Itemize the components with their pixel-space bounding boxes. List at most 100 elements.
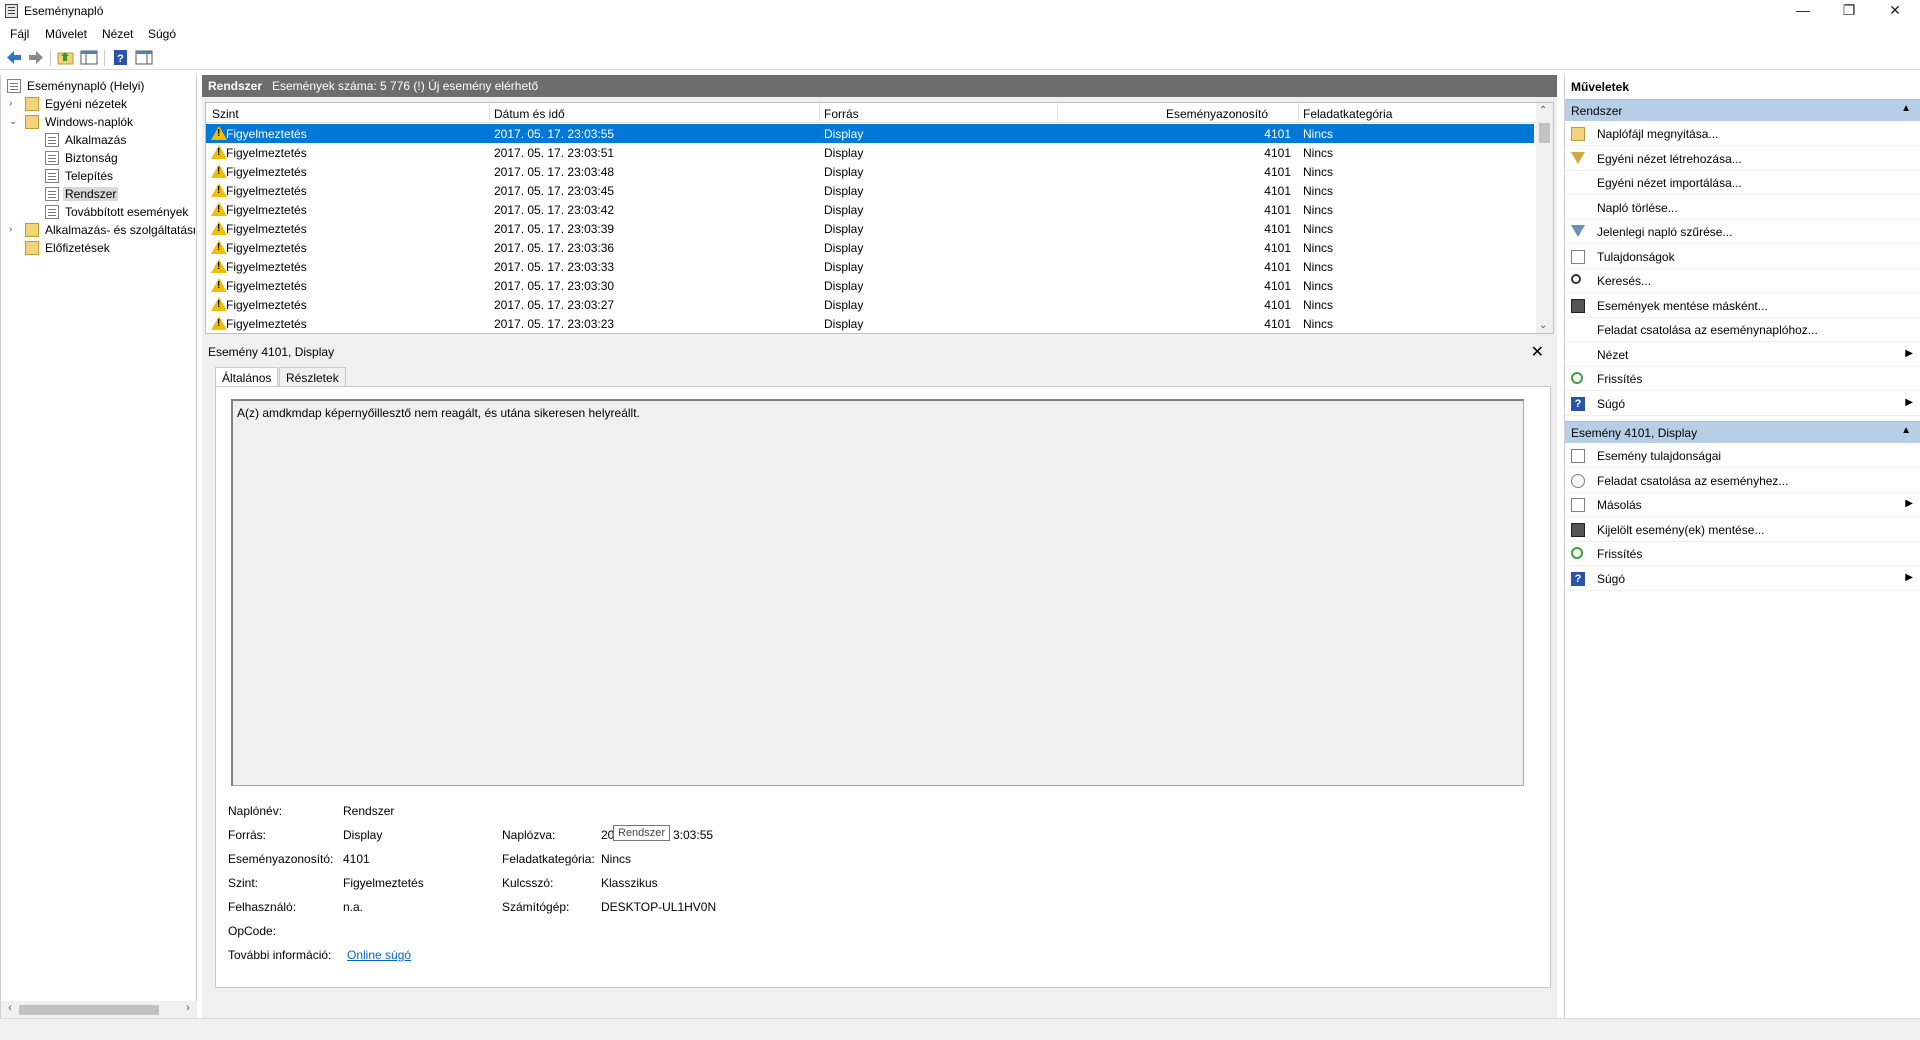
tree-windows-logs[interactable]: ⌄ Windows-naplók [5, 113, 195, 131]
table-row[interactable]: Figyelmeztetés 2017. 05. 17. 23:03:48 Disp… [206, 162, 1534, 181]
tree-log-system[interactable]: Rendszer [45, 185, 119, 203]
event-description-box[interactable]: A(z) amdkmdap képernyőillesztő nem reagá… [231, 399, 1524, 786]
column-separator[interactable] [819, 103, 820, 123]
action-item[interactable]: Kijelölt esemény(ek) mentése... [1565, 518, 1920, 542]
tree-log-application[interactable]: Alkalmazás [45, 131, 195, 149]
action-label: Nézet [1597, 347, 1629, 362]
tree-log-security[interactable]: Biztonság [45, 149, 195, 167]
actions-section-system[interactable]: Rendszer ▲ [1565, 99, 1920, 121]
action-item[interactable]: Nézet ▶ [1565, 343, 1920, 367]
tree-log-setup[interactable]: Telepítés [45, 167, 195, 185]
collapse-chevron-icon[interactable]: ⌄ [9, 116, 19, 128]
action-item[interactable]: ? Súgó ▶ [1565, 392, 1920, 416]
column-header-task-category[interactable]: Feladatkategória [1303, 107, 1392, 121]
action-item[interactable]: Feladat csatolása az eseményhez... [1565, 469, 1920, 493]
table-row[interactable]: Figyelmeztetés 2017. 05. 17. 23:03:42 Disp… [206, 200, 1534, 219]
action-item[interactable]: Keresés... [1565, 269, 1920, 293]
action-label: Frissítés [1597, 547, 1643, 561]
action-item[interactable]: Események mentése másként... [1565, 294, 1920, 318]
column-header-level[interactable]: Szint [212, 107, 239, 121]
menu-help[interactable]: Súgó [148, 27, 176, 41]
cell-level: Figyelmeztetés [226, 298, 307, 312]
show-hide-action-pane-icon[interactable] [135, 49, 153, 66]
column-header-source[interactable]: Forrás [824, 107, 859, 121]
cell-source: Display [824, 127, 864, 141]
collapse-caret-icon[interactable]: ▲ [1901, 103, 1911, 114]
scrollbar-thumb[interactable] [19, 1005, 159, 1015]
collapse-caret-icon[interactable]: ▲ [1901, 425, 1911, 436]
table-row[interactable]: Figyelmeztetés 2017. 05. 17. 23:03:33 Disp… [206, 257, 1534, 276]
column-separator[interactable] [1298, 103, 1299, 123]
table-row[interactable]: Figyelmeztetés 2017. 05. 17. 23:03:23 Disp… [206, 314, 1534, 333]
scroll-right-icon[interactable]: › [181, 1002, 195, 1014]
action-item[interactable]: Napló törlése... [1565, 196, 1920, 220]
menu-file[interactable]: Fájl [10, 27, 29, 41]
scroll-left-icon[interactable]: ‹ [3, 1002, 17, 1014]
show-hide-tree-icon[interactable] [80, 49, 98, 66]
tree-log-forwarded[interactable]: Továbbított események [45, 203, 195, 221]
scroll-down-icon[interactable]: ⌄ [1539, 320, 1547, 331]
table-row[interactable]: Figyelmeztetés 2017. 05. 17. 23:03:45 Disp… [206, 181, 1534, 200]
table-row[interactable]: Figyelmeztetés 2017. 05. 17. 23:03:39 Disp… [206, 219, 1534, 238]
scroll-up-icon[interactable]: ⌃ [1539, 105, 1547, 116]
table-row[interactable]: Figyelmeztetés 2017. 05. 17. 23:03:51 Disp… [206, 143, 1534, 162]
value-source: Display [343, 828, 383, 842]
menu-action[interactable]: Művelet [45, 27, 87, 41]
close-detail-icon[interactable]: ✕ [1531, 342, 1544, 362]
column-header-event-id[interactable]: Eseményazonosító [1166, 107, 1268, 121]
tree-subscriptions[interactable]: Előfizetések [5, 239, 195, 257]
action-item[interactable]: Frissítés [1565, 542, 1920, 566]
column-separator[interactable] [1057, 103, 1058, 123]
cell-category: Nincs [1303, 241, 1334, 255]
action-item[interactable]: Tulajdonságok [1565, 245, 1920, 269]
action-item[interactable]: ? Súgó ▶ [1565, 567, 1920, 591]
submenu-arrow-icon: ▶ [1905, 571, 1913, 583]
tree-root[interactable]: Eseménynapló (Helyi) [5, 77, 195, 95]
table-row[interactable]: Figyelmeztetés 2017. 05. 17. 23:03:30 Disp… [206, 276, 1534, 295]
up-folder-icon[interactable] [57, 49, 75, 66]
table-row[interactable]: Figyelmeztetés 2017. 05. 17. 23:03:36 Disp… [206, 238, 1534, 257]
action-item[interactable]: Másolás ▶ [1565, 493, 1920, 517]
minimize-button[interactable]: — [1780, 0, 1826, 22]
menu-view[interactable]: Nézet [102, 27, 133, 41]
cell-id: 4101 [1264, 184, 1291, 198]
action-item[interactable]: Jelenlegi napló szűrése... [1565, 220, 1920, 244]
back-arrow-icon[interactable] [5, 49, 23, 66]
tab-general[interactable]: Általános [215, 367, 279, 387]
tree-horizontal-scrollbar[interactable]: ‹ › [1, 1001, 197, 1018]
log-icon [45, 133, 59, 147]
properties-icon [1571, 249, 1585, 264]
column-separator[interactable] [489, 103, 490, 123]
tree-custom-views[interactable]: › Egyéni nézetek [5, 95, 195, 113]
column-header-date[interactable]: Dátum és idő [494, 107, 565, 121]
action-item[interactable]: Frissítés [1565, 367, 1920, 391]
grid-vertical-scrollbar[interactable]: ⌃ ⌄ [1536, 103, 1553, 333]
restore-button[interactable]: ❐ [1826, 0, 1872, 22]
action-item[interactable]: Naplófájl megnyitása... [1565, 122, 1920, 146]
table-row[interactable]: Figyelmeztetés 2017. 05. 17. 23:03:27 Disp… [206, 295, 1534, 314]
scrollbar-thumb[interactable] [1539, 123, 1550, 143]
cell-level: Figyelmeztetés [226, 127, 307, 141]
table-row[interactable]: Figyelmeztetés 2017. 05. 17. 23:03:55 Disp… [206, 124, 1534, 143]
help-icon[interactable]: ? [112, 49, 130, 66]
actions-section-event[interactable]: Esemény 4101, Display ▲ [1565, 421, 1920, 443]
label-event-id: Eseményazonosító: [228, 852, 334, 866]
label-source: Forrás: [228, 828, 267, 842]
online-help-link[interactable]: Online súgó [347, 948, 411, 962]
action-item[interactable]: Feladat csatolása az eseménynaplóhoz... [1565, 318, 1920, 342]
cell-id: 4101 [1264, 146, 1291, 160]
cell-source: Display [824, 260, 864, 274]
action-item[interactable]: Egyéni nézet létrehozása... [1565, 147, 1920, 171]
close-window-button[interactable]: ✕ [1872, 0, 1918, 22]
forward-arrow-icon[interactable] [27, 49, 45, 66]
expand-chevron-icon[interactable]: › [9, 98, 19, 110]
warning-icon [211, 259, 227, 273]
action-label: Naplófájl megnyitása... [1597, 127, 1719, 141]
expand-chevron-icon[interactable]: › [9, 224, 19, 236]
action-item[interactable]: Egyéni nézet importálása... [1565, 171, 1920, 195]
action-item[interactable]: Esemény tulajdonságai [1565, 444, 1920, 468]
tab-details[interactable]: Részletek [279, 367, 346, 387]
cell-level: Figyelmeztetés [226, 222, 307, 236]
tree-app-services[interactable]: › Alkalmazás- és szolgáltatásn [5, 221, 195, 239]
cell-category: Nincs [1303, 317, 1334, 331]
